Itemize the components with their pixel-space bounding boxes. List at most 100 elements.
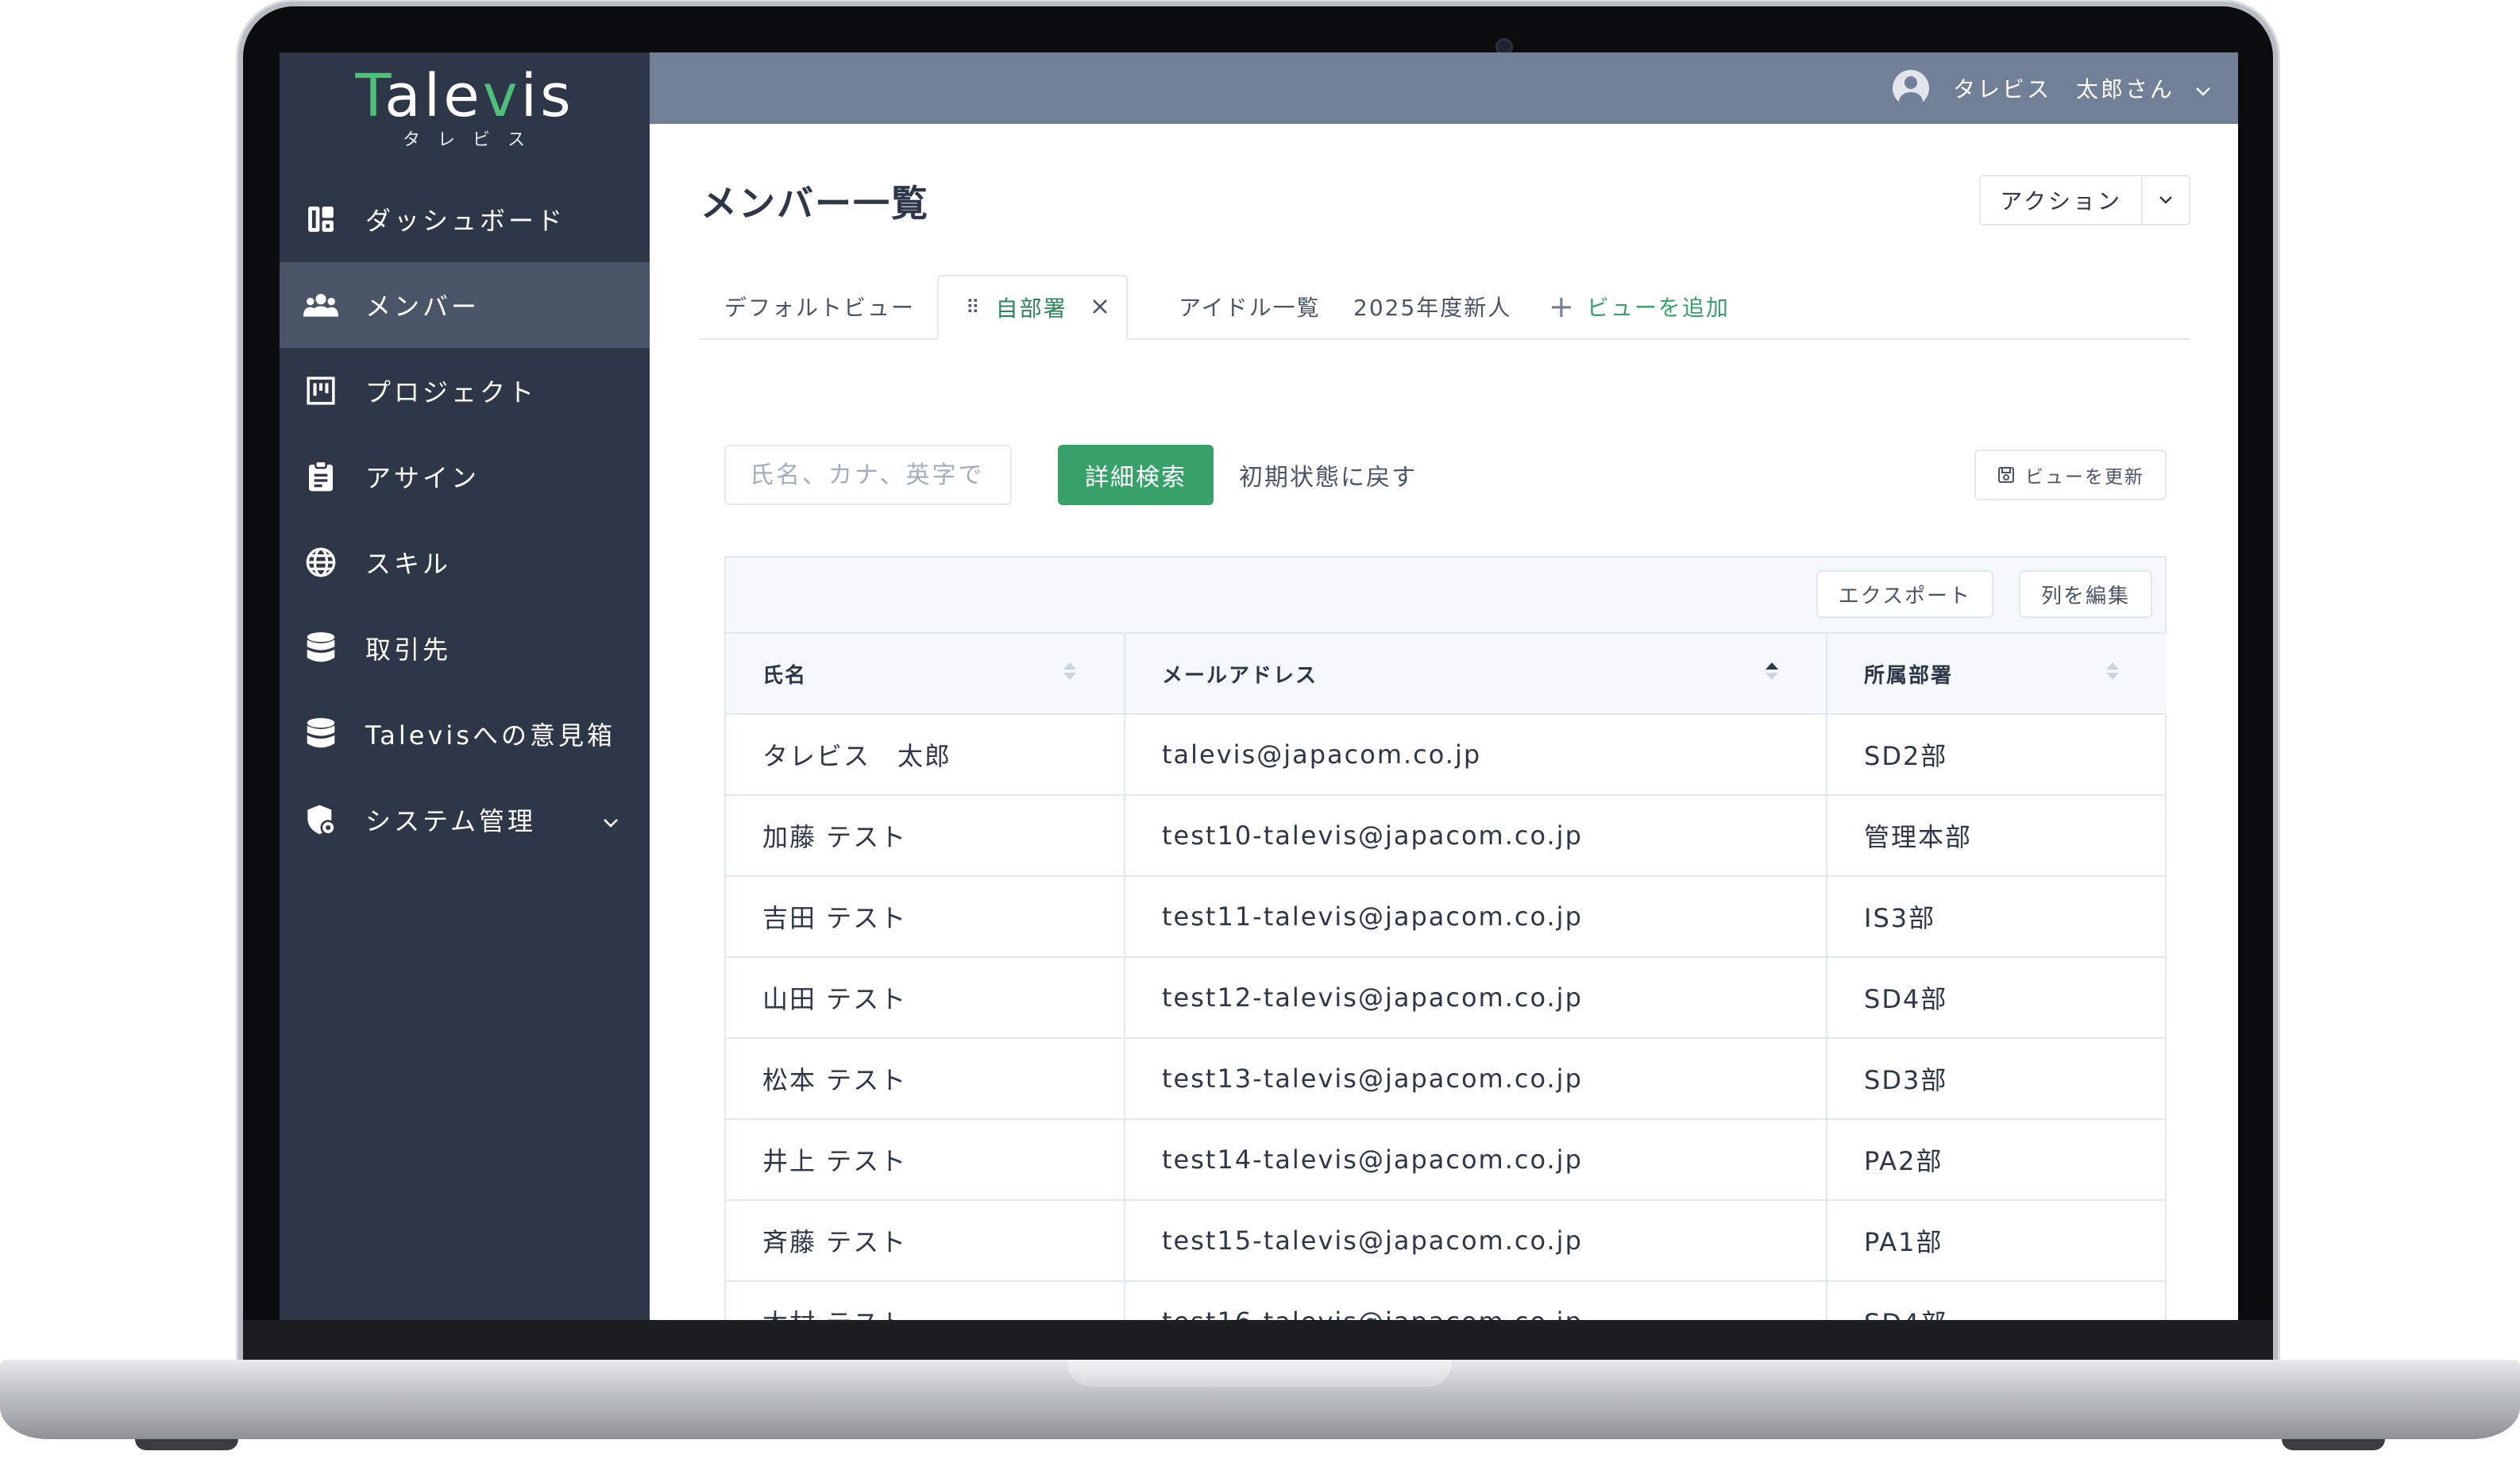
laptop-foot — [2282, 1439, 2385, 1450]
update-view-button[interactable]: ビューを更新 — [1974, 450, 2167, 500]
sort-ascending-icon[interactable] — [1766, 662, 1778, 680]
table-header-row: 氏名 メールアドレス 所属部署 — [726, 634, 2167, 715]
cell-email: test12-talevis@japacom.co.jp — [1125, 957, 1827, 1039]
sidebar-item-label: アサイン — [365, 463, 480, 493]
search-input[interactable] — [724, 445, 1012, 505]
database-icon — [303, 716, 338, 751]
chevron-down-icon[interactable] — [602, 805, 619, 835]
sidebar-item-label: メンバー — [365, 291, 480, 322]
cell-email: talevis@japacom.co.jp — [1125, 714, 1827, 796]
chevron-down-icon[interactable] — [2143, 176, 2189, 224]
column-header-name[interactable]: 氏名 — [726, 634, 1125, 715]
cell-email: test14-talevis@japacom.co.jp — [1125, 1119, 1827, 1201]
action-dropdown[interactable]: アクション — [1979, 175, 2190, 226]
shield-icon — [303, 802, 338, 837]
column-header-department[interactable]: 所属部署 — [1827, 634, 2167, 715]
user-name: タレビス 太郎さん — [1952, 76, 2175, 102]
column-label: 所属部署 — [1864, 663, 1954, 688]
main-content: メンバー一覧 アクション デフォルトビュー ⠿ 自部署 アイドル一覧 2025年… — [650, 124, 2238, 1320]
cell-department: SD4部 — [1827, 957, 2167, 1039]
tab-label: デフォルトビュー — [724, 295, 916, 321]
app-logo[interactable]: Talevis タレビス — [280, 60, 650, 151]
cell-department: SD4部 — [1827, 1281, 2167, 1320]
cell-email: test10-talevis@japacom.co.jp — [1125, 795, 1827, 877]
user-menu[interactable]: タレビス 太郎さん — [1892, 70, 2211, 106]
column-label: 氏名 — [762, 663, 808, 688]
chevron-down-icon — [2195, 75, 2211, 102]
cell-department: IS3部 — [1827, 876, 2167, 958]
tab-2025-new-hires[interactable]: 2025年度新人 — [1353, 275, 1511, 338]
tab-label: アイドル一覧 — [1179, 295, 1321, 321]
laptop-bezel — [243, 1320, 2273, 1364]
top-header: タレビス 太郎さん — [650, 52, 2238, 124]
view-tabs: デフォルトビュー ⠿ 自部署 アイドル一覧 2025年度新人 + ビューを追加 — [699, 275, 2190, 340]
close-icon[interactable] — [1091, 295, 1109, 321]
add-view-label: ビューを追加 — [1586, 295, 1730, 321]
cell-email: test15-talevis@japacom.co.jp — [1125, 1200, 1827, 1282]
sidebar-item-dashboard[interactable]: ダッシュボード — [280, 176, 650, 262]
cell-department: 管理本部 — [1827, 795, 2167, 877]
table-row[interactable]: 松本 テスト test13-talevis@japacom.co.jp SD3部 — [726, 1038, 2167, 1120]
drag-handle-icon[interactable]: ⠿ — [966, 296, 982, 318]
sort-icon[interactable] — [1063, 662, 1076, 680]
export-button[interactable]: エクスポート — [1816, 570, 1993, 618]
cell-name: 木村 テスト — [726, 1281, 1125, 1320]
kanban-icon — [303, 373, 338, 408]
members-table: エクスポート 列を編集 氏名 メールアドレス 所属部署 タレビス 太郎 tale… — [724, 556, 2167, 1320]
database-icon — [303, 631, 338, 666]
table-row[interactable]: 井上 テスト test14-talevis@japacom.co.jp PA2部 — [726, 1119, 2167, 1201]
app-screen: Talevis タレビス ダッシュボード メンバー プロジェクト アサイン スキ… — [280, 52, 2238, 1320]
edit-columns-button[interactable]: 列を編集 — [2018, 570, 2152, 618]
cell-department: SD3部 — [1827, 1038, 2167, 1120]
plus-icon: + — [1549, 289, 1576, 324]
dashboard-icon — [303, 202, 338, 237]
sidebar-item-label: プロジェクト — [365, 377, 538, 407]
sidebar-item-skills[interactable]: スキル — [280, 519, 650, 605]
sidebar-item-members[interactable]: メンバー — [280, 262, 650, 348]
cell-email: test13-talevis@japacom.co.jp — [1125, 1038, 1827, 1120]
cell-department: SD2部 — [1827, 714, 2167, 796]
cell-name: タレビス 太郎 — [726, 714, 1125, 796]
sidebar: Talevis タレビス ダッシュボード メンバー プロジェクト アサイン スキ… — [280, 52, 650, 1320]
sidebar-item-assign[interactable]: アサイン — [280, 434, 650, 519]
table-row[interactable]: 木村 テスト test16-talevis@japacom.co.jp SD4部 — [726, 1281, 2167, 1320]
sidebar-item-label: スキル — [365, 549, 452, 579]
cell-department: PA1部 — [1827, 1200, 2167, 1282]
tab-default-view[interactable]: デフォルトビュー — [724, 275, 915, 338]
table-row[interactable]: 吉田 テスト test11-talevis@japacom.co.jp IS3部 — [726, 876, 2167, 958]
globe-icon — [303, 545, 338, 580]
sidebar-item-clients[interactable]: 取引先 — [280, 605, 650, 691]
sidebar-item-system-admin[interactable]: システム管理 — [280, 777, 650, 863]
sidebar-item-label: システム管理 — [365, 806, 537, 836]
tab-label: 自部署 — [995, 295, 1067, 322]
sidebar-nav: ダッシュボード メンバー プロジェクト アサイン スキル 取引先 Talevis… — [280, 176, 650, 863]
sort-icon[interactable] — [2106, 662, 2119, 680]
update-view-label: ビューを更新 — [2025, 467, 2144, 488]
table-row[interactable]: 加藤 テスト test10-talevis@japacom.co.jp 管理本部 — [726, 795, 2167, 877]
avatar — [1892, 70, 1929, 106]
sidebar-item-projects[interactable]: プロジェクト — [280, 348, 650, 434]
table-row[interactable]: タレビス 太郎 talevis@japacom.co.jp SD2部 — [726, 714, 2167, 796]
cell-email: test11-talevis@japacom.co.jp — [1125, 876, 1827, 958]
add-view-button[interactable]: + ビューを追加 — [1549, 275, 1730, 338]
sidebar-item-label: 取引先 — [365, 635, 452, 665]
advanced-search-button[interactable]: 詳細検索 — [1058, 445, 1214, 505]
table-row[interactable]: 山田 テスト test12-talevis@japacom.co.jp SD4部 — [726, 957, 2167, 1039]
laptop-notch — [1067, 1360, 1452, 1387]
cell-email: test16-talevis@japacom.co.jp — [1125, 1281, 1827, 1320]
tab-label: 2025年度新人 — [1353, 295, 1512, 321]
sidebar-item-feedback[interactable]: Talevisへの意見箱 — [280, 691, 650, 777]
logo-wordmark: Talevis — [355, 62, 574, 130]
cell-department: PA2部 — [1827, 1119, 2167, 1201]
users-icon — [303, 288, 338, 322]
cell-name: 山田 テスト — [726, 957, 1125, 1039]
action-button[interactable]: アクション — [1981, 176, 2143, 224]
cell-name: 吉田 テスト — [726, 876, 1125, 958]
tab-own-department[interactable]: ⠿ 自部署 — [937, 275, 1128, 340]
table-row[interactable]: 斉藤 テスト test15-talevis@japacom.co.jp PA1部 — [726, 1200, 2167, 1282]
reset-link[interactable]: 初期状態に戻す — [1239, 445, 1417, 505]
column-header-email[interactable]: メールアドレス — [1125, 634, 1827, 715]
column-label: メールアドレス — [1162, 663, 1318, 688]
tab-idle-list[interactable]: アイドル一覧 — [1179, 275, 1321, 338]
sidebar-item-label: ダッシュボード — [365, 206, 566, 236]
